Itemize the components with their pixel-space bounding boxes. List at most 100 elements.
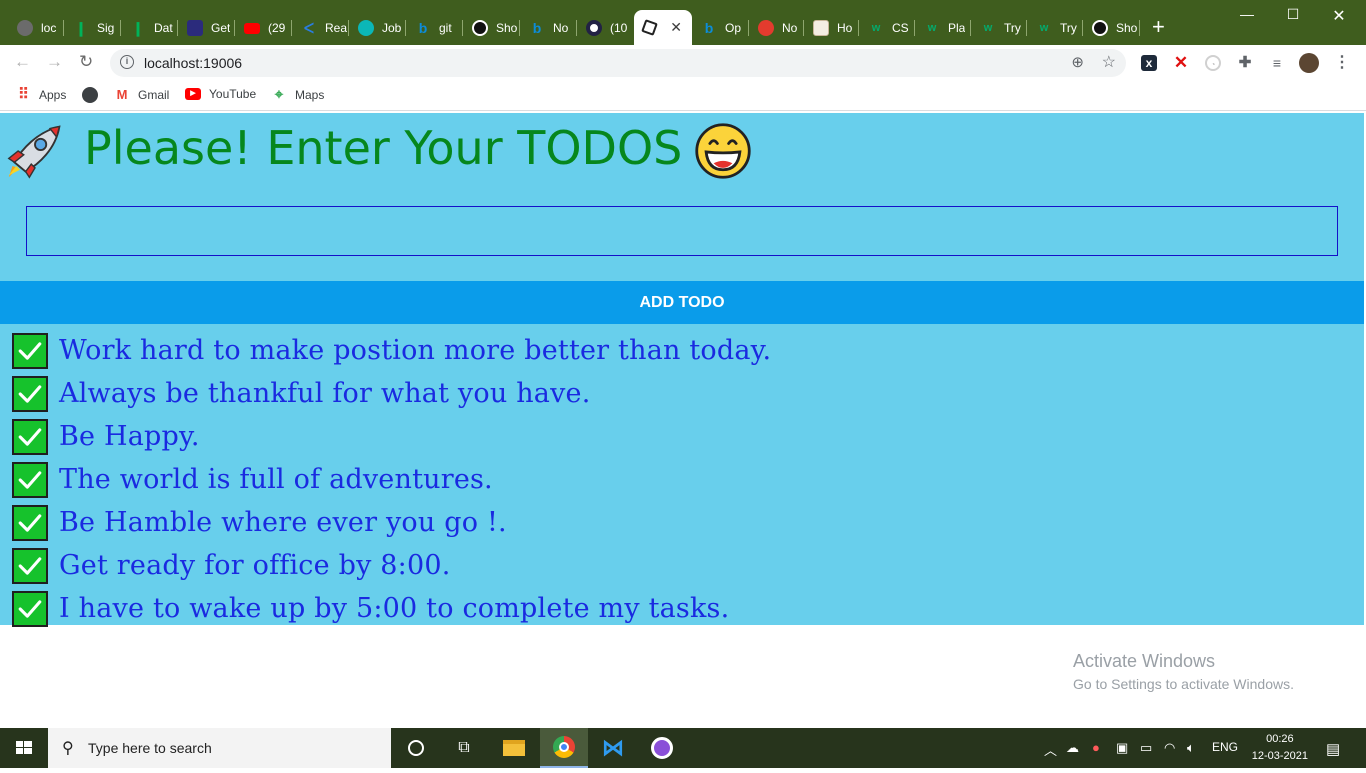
taskbar-search-placeholder: Type here to search xyxy=(88,740,212,756)
bug-icon xyxy=(758,20,774,36)
site-info-icon[interactable]: i xyxy=(120,55,134,69)
bookmark-maps[interactable]: ⌖ Maps xyxy=(271,86,325,103)
browser-tab[interactable]: No xyxy=(749,13,804,43)
bookmark-apps[interactable]: ⠿ Apps xyxy=(15,87,66,103)
check-mark-icon[interactable] xyxy=(12,547,48,584)
github-desktop-icon[interactable] xyxy=(638,728,686,768)
todo-item[interactable]: Always be thankful for what you have. xyxy=(12,372,1352,415)
w3-icon: w xyxy=(983,22,993,34)
cortana-icon[interactable] xyxy=(392,728,440,768)
browser-tab[interactable]: ᐸ Rea xyxy=(292,13,349,43)
globe-gray-icon xyxy=(17,20,33,36)
minimize-icon[interactable]: — xyxy=(1224,6,1270,22)
todo-text: Get ready for office by 8:00. xyxy=(59,550,451,581)
extensions-puzzle-icon[interactable]: ✚ xyxy=(1237,55,1253,71)
tab-title: Ho xyxy=(837,21,853,35)
tab-title: loc xyxy=(41,21,57,35)
check-mark-icon[interactable] xyxy=(12,461,48,498)
file-explorer-icon[interactable] xyxy=(490,728,538,768)
check-mark-icon[interactable] xyxy=(12,375,48,412)
wifi-icon[interactable]: ◠ xyxy=(1164,740,1175,756)
notification-app-icon[interactable]: ▣ xyxy=(1116,740,1128,756)
browser-tab[interactable]: Job xyxy=(349,13,406,43)
address-bar[interactable]: i localhost:19006 ⊕ ☆ xyxy=(110,49,1126,77)
taskbar-search-box[interactable]: ⚲ Type here to search xyxy=(48,728,391,768)
browser-tab[interactable]: (29 xyxy=(235,13,292,43)
apps-grid-icon: ⠿ xyxy=(18,86,29,103)
todo-item[interactable]: Be Happy. xyxy=(12,415,1352,458)
extension-red-x-icon[interactable]: ✕ xyxy=(1173,54,1189,71)
tab-title: (29 xyxy=(268,21,286,35)
check-mark-icon[interactable] xyxy=(12,418,48,455)
maximize-icon[interactable]: ☐ xyxy=(1270,6,1316,23)
battery-icon[interactable]: ▭ xyxy=(1140,740,1152,756)
todo-item[interactable]: I have to wake up by 5:00 to complete my… xyxy=(12,587,1352,630)
todo-input[interactable] xyxy=(26,206,1338,256)
taskbar-clock[interactable]: 00:26 12-03-2021 xyxy=(1252,731,1308,765)
browser-tab[interactable]: (10 xyxy=(577,13,634,43)
zoom-icon[interactable]: ⊕ xyxy=(1071,53,1084,71)
chrome-icon[interactable] xyxy=(540,728,588,768)
todo-item[interactable]: The world is full of adventures. xyxy=(12,458,1352,501)
show-hidden-icons-icon[interactable]: ︿ xyxy=(1044,740,1057,759)
language-indicator[interactable]: ENG xyxy=(1212,740,1238,754)
browser-tab[interactable]: w CS xyxy=(859,13,915,43)
tab-title: git xyxy=(439,21,452,35)
url-text[interactable]: localhost:19006 xyxy=(144,55,242,71)
extension-x-icon[interactable]: x xyxy=(1141,55,1157,71)
back-arrow-icon[interactable]: ← xyxy=(14,52,31,72)
browser-tab[interactable]: w Pla xyxy=(915,13,971,43)
task-view-icon[interactable]: ⧉ xyxy=(440,728,488,768)
todo-item[interactable]: Get ready for office by 8:00. xyxy=(12,544,1352,587)
bookmark-globe[interactable] xyxy=(82,87,106,103)
close-window-icon[interactable]: ✕ xyxy=(1316,6,1362,26)
cube-outline-icon xyxy=(641,19,658,36)
windows-start-button[interactable] xyxy=(0,728,48,768)
new-tab-button[interactable]: + xyxy=(1152,16,1165,38)
page-title: Please! Enter Your TODOS : xyxy=(84,121,713,175)
todo-text: Always be thankful for what you have. xyxy=(59,378,591,409)
reading-list-icon[interactable]: ≡ xyxy=(1269,55,1285,71)
w3-icon: w xyxy=(927,22,937,34)
security-icon[interactable]: ● xyxy=(1092,740,1100,755)
forward-arrow-icon[interactable]: → xyxy=(46,52,63,72)
onedrive-icon[interactable]: ☁ xyxy=(1066,740,1079,756)
volume-icon[interactable]: 🔈︎ xyxy=(1187,740,1195,756)
tab-title: Sho xyxy=(1116,21,1138,35)
globe-icon xyxy=(82,87,98,103)
browser-tab[interactable]: w Try xyxy=(1027,13,1083,43)
bookmark-star-icon[interactable]: ☆ xyxy=(1102,52,1116,72)
browser-tab[interactable]: loc xyxy=(8,13,64,43)
bookmark-label: Maps xyxy=(295,88,325,102)
profile-avatar[interactable] xyxy=(1299,53,1319,73)
menu-kebab-icon[interactable]: ⋮ xyxy=(1334,55,1350,71)
bookmark-gmail[interactable]: M Gmail xyxy=(114,87,170,103)
todo-item[interactable]: Be Hamble where ever you go !. xyxy=(12,501,1352,544)
browser-tab[interactable]: b Op xyxy=(692,13,749,43)
browser-tab[interactable]: w Try xyxy=(971,13,1027,43)
close-tab-icon[interactable]: ✕ xyxy=(670,19,682,36)
check-mark-icon[interactable] xyxy=(12,332,48,369)
browser-tab[interactable]: ❙ Dat xyxy=(121,13,178,43)
todo-item[interactable]: Work hard to make postion more better th… xyxy=(12,329,1352,372)
reload-icon[interactable]: ↻ xyxy=(79,52,93,72)
search-icon: ⚲ xyxy=(62,740,74,757)
add-todo-button[interactable]: ADD TODO xyxy=(0,281,1364,324)
browser-tab[interactable]: Ho xyxy=(804,13,859,43)
browser-tab[interactable]: Sho xyxy=(463,13,520,43)
browser-tab[interactable]: Get xyxy=(178,13,235,43)
browser-tab[interactable]: ❙ Sig xyxy=(64,13,121,43)
check-mark-icon[interactable] xyxy=(12,590,48,627)
action-center-icon[interactable]: ▤ xyxy=(1326,740,1340,758)
check-mark-icon[interactable] xyxy=(12,504,48,541)
maps-icon: ⌖ xyxy=(274,86,284,103)
vscode-icon[interactable]: ⋈ xyxy=(589,728,637,768)
browser-tab-active[interactable]: ✕ xyxy=(634,10,692,45)
browser-tab[interactable]: b No xyxy=(520,13,577,43)
extension-timer-icon[interactable]: ◔ xyxy=(1205,55,1221,71)
browser-tab[interactable]: b git xyxy=(406,13,463,43)
tab-title: CS xyxy=(892,21,909,35)
rocket-icon xyxy=(7,125,61,179)
bookmark-youtube[interactable]: ▶ YouTube xyxy=(185,87,256,101)
browser-tab[interactable]: Sho xyxy=(1083,13,1140,43)
